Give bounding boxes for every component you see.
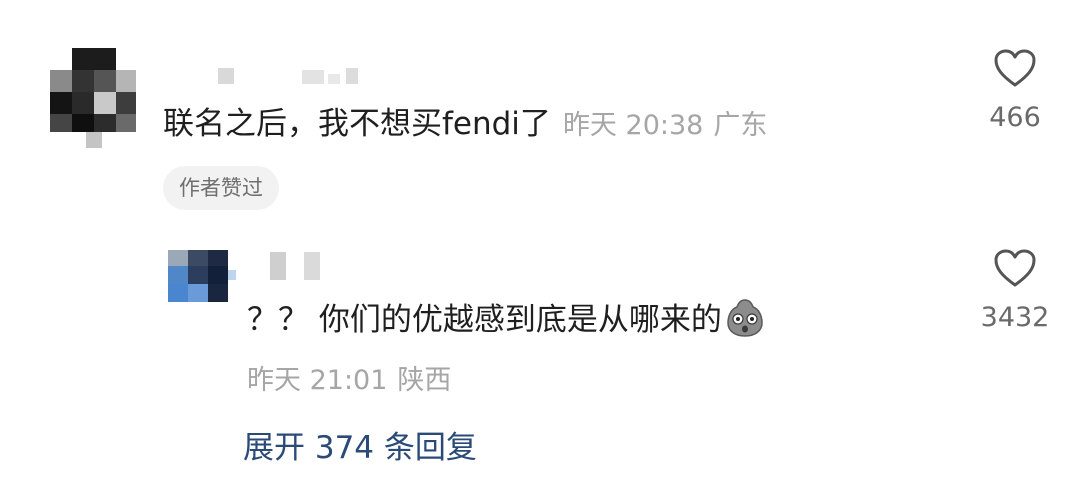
- like-count: 466: [989, 102, 1041, 133]
- comment-meta: 昨天 20:38 广东: [563, 110, 767, 141]
- like-button[interactable]: 466: [960, 48, 1070, 133]
- expand-replies-link[interactable]: 展开 374 条回复: [243, 422, 477, 467]
- reply-comment: ？？ 你们的优越感到底是从哪来的 昨天 21:01 陕西 3432 展开 374 …: [0, 230, 1080, 503]
- comment-location: 陕西: [397, 365, 452, 396]
- author-liked-badge: 作者赞过: [163, 166, 279, 210]
- username-redacted[interactable]: [270, 252, 330, 282]
- like-button[interactable]: 3432: [960, 248, 1070, 333]
- avatar[interactable]: [50, 48, 136, 148]
- like-count: 3432: [980, 302, 1050, 333]
- comment-text-row: 联名之后，我不想买fendi了 昨天 20:38 广东: [163, 102, 767, 148]
- comment-text: ？？ 你们的优越感到底是从哪来的: [247, 302, 722, 338]
- comment-text: 联名之后，我不想买fendi了: [163, 106, 551, 142]
- avatar[interactable]: [168, 250, 236, 302]
- shocked-face-emoji: [727, 299, 763, 337]
- comment-location: 广东: [713, 110, 768, 141]
- username-redacted[interactable]: [218, 64, 378, 84]
- heart-outline-icon[interactable]: [993, 48, 1037, 88]
- main-comment: 联名之后，我不想买fendi了 昨天 20:38 广东 作者赞过 466: [0, 0, 1080, 230]
- comment-text-row: ？？ 你们的优越感到底是从哪来的: [247, 298, 764, 342]
- comment-time: 昨天 20:38: [562, 110, 704, 141]
- comment-time: 昨天 21:01: [247, 365, 388, 396]
- heart-outline-icon[interactable]: [993, 248, 1037, 288]
- comment-meta: 昨天 21:01 陕西: [247, 358, 451, 397]
